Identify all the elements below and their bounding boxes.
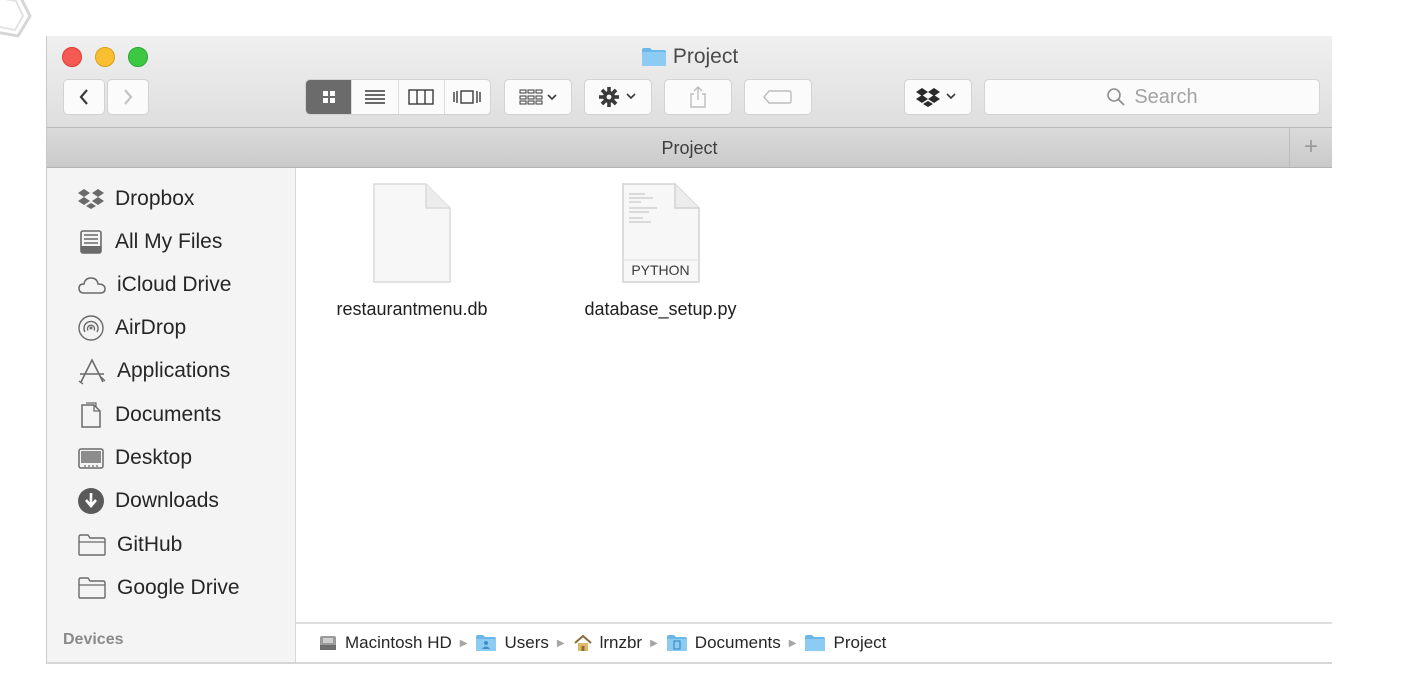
sidebar-item-dropbox[interactable]: Dropbox [77, 179, 194, 219]
cover-flow-button[interactable] [445, 80, 490, 114]
path-crumb-users[interactable]: Users [475, 633, 549, 653]
cover-flow-icon [453, 90, 482, 104]
documents-folder-icon [666, 635, 687, 651]
arrange-icon [519, 89, 557, 105]
new-tab-button[interactable]: + [1289, 128, 1332, 167]
dropbox-menu-button[interactable] [904, 79, 972, 115]
folder-icon [78, 534, 106, 556]
forward-button[interactable] [107, 79, 149, 115]
file-browser-area: restaurantmenu.db PYTHON database_setup.… [296, 168, 1332, 622]
sidebar-item-label: Applications [117, 359, 231, 382]
dropbox-icon [916, 88, 956, 107]
sidebar-item-airdrop[interactable]: AirDrop [77, 308, 186, 348]
folder-icon [78, 577, 106, 599]
sidebar-item-label: Downloads [115, 489, 219, 512]
tag-icon [763, 90, 792, 104]
tab-project[interactable]: Project [661, 138, 717, 158]
sidebar-item-google-drive[interactable]: Google Drive [77, 568, 240, 608]
users-folder-icon [476, 635, 497, 651]
list-view-icon [364, 90, 385, 104]
back-button[interactable] [63, 79, 105, 115]
downloads-icon [78, 488, 104, 514]
icon-view-icon [322, 91, 335, 103]
tab-bar: Project + [47, 128, 1332, 168]
dropbox-icon [78, 189, 104, 209]
path-crumb-project[interactable]: Project [804, 633, 886, 653]
sidebar-item-label: GitHub [117, 533, 183, 556]
column-view-icon [408, 89, 434, 105]
all-files-icon [80, 230, 102, 254]
documents-icon [81, 402, 101, 428]
finder-window: Project Search Project + Dropbox All My … [46, 36, 1332, 664]
column-view-button[interactable] [399, 80, 445, 114]
sidebar-item-label: Dropbox [115, 187, 195, 210]
file-item-database-setup-py[interactable]: PYTHON database_setup.py [568, 182, 753, 320]
file-item-restaurantmenu-db[interactable]: restaurantmenu.db [322, 182, 502, 320]
sidebar-item-label: Documents [115, 403, 222, 426]
sidebar-item-label: AirDrop [115, 316, 187, 339]
plus-icon: + [1303, 133, 1318, 160]
cloud-icon [78, 277, 106, 294]
search-field[interactable]: Search [984, 79, 1320, 115]
sidebar-item-all-my-files[interactable]: All My Files [77, 222, 222, 262]
sidebar: Dropbox All My Files iCloud Drive AirDro… [47, 168, 296, 662]
devices-section-heading[interactable]: Devices [63, 631, 124, 649]
path-crumb-home[interactable]: lrnzbr [573, 633, 643, 653]
logo-mark-icon [0, 0, 32, 38]
search-icon [1107, 88, 1125, 106]
path-crumb-label: Project [833, 633, 887, 652]
window-title-text: Project [672, 45, 739, 68]
path-separator-icon: ▶ [459, 637, 468, 649]
sidebar-item-label: Desktop [115, 446, 193, 469]
sidebar-item-applications[interactable]: Applications [77, 351, 230, 391]
airdrop-icon [78, 315, 104, 341]
path-crumb-label: Users [504, 633, 549, 652]
path-separator-icon: ▶ [556, 637, 565, 649]
sidebar-item-desktop[interactable]: Desktop [77, 438, 192, 478]
arrange-button[interactable] [504, 79, 572, 115]
path-bar: Macintosh HD ▶ Users ▶ lrnzbr ▶ Document… [296, 622, 1332, 662]
chevron-left-icon [79, 89, 88, 105]
view-mode-segmented-control [305, 79, 491, 115]
gear-icon [599, 87, 636, 107]
python-badge: PYTHON [631, 262, 690, 278]
path-crumb-macintosh-hd[interactable]: Macintosh HD [318, 633, 452, 653]
path-crumb-label: lrnzbr [599, 633, 643, 652]
sidebar-item-label: Google Drive [117, 576, 240, 599]
folder-icon [641, 48, 666, 66]
path-crumb-label: Macintosh HD [345, 633, 452, 652]
tags-button[interactable] [744, 79, 812, 115]
sidebar-item-icloud-drive[interactable]: iCloud Drive [77, 265, 231, 305]
path-crumb-documents[interactable]: Documents [666, 633, 781, 653]
window-title: Project [47, 45, 1332, 73]
applications-icon [78, 358, 106, 385]
hard-drive-icon [320, 636, 336, 650]
title-bar: Project Search [47, 36, 1332, 128]
path-separator-icon: ▶ [788, 637, 797, 649]
blank-document-icon [373, 183, 451, 283]
path-crumb-label: Documents [694, 633, 781, 652]
sidebar-item-label: All My Files [115, 230, 223, 253]
sidebar-item-github[interactable]: GitHub [77, 525, 182, 565]
desktop-icon [78, 448, 104, 469]
sidebar-item-label: iCloud Drive [117, 273, 232, 296]
folder-icon [805, 635, 826, 651]
icon-view-button[interactable] [306, 80, 353, 114]
share-button[interactable] [664, 79, 732, 115]
share-icon [690, 86, 706, 108]
chevron-right-icon [124, 89, 133, 105]
home-icon [573, 634, 592, 651]
sidebar-item-documents[interactable]: Documents [77, 395, 221, 435]
path-separator-icon: ▶ [650, 637, 658, 649]
sidebar-item-downloads[interactable]: Downloads [77, 481, 219, 521]
file-name: database_setup.py [584, 299, 737, 319]
list-view-button[interactable] [352, 80, 399, 114]
search-placeholder: Search [1134, 85, 1198, 108]
file-name: restaurantmenu.db [336, 299, 488, 319]
action-menu-button[interactable] [584, 79, 652, 115]
